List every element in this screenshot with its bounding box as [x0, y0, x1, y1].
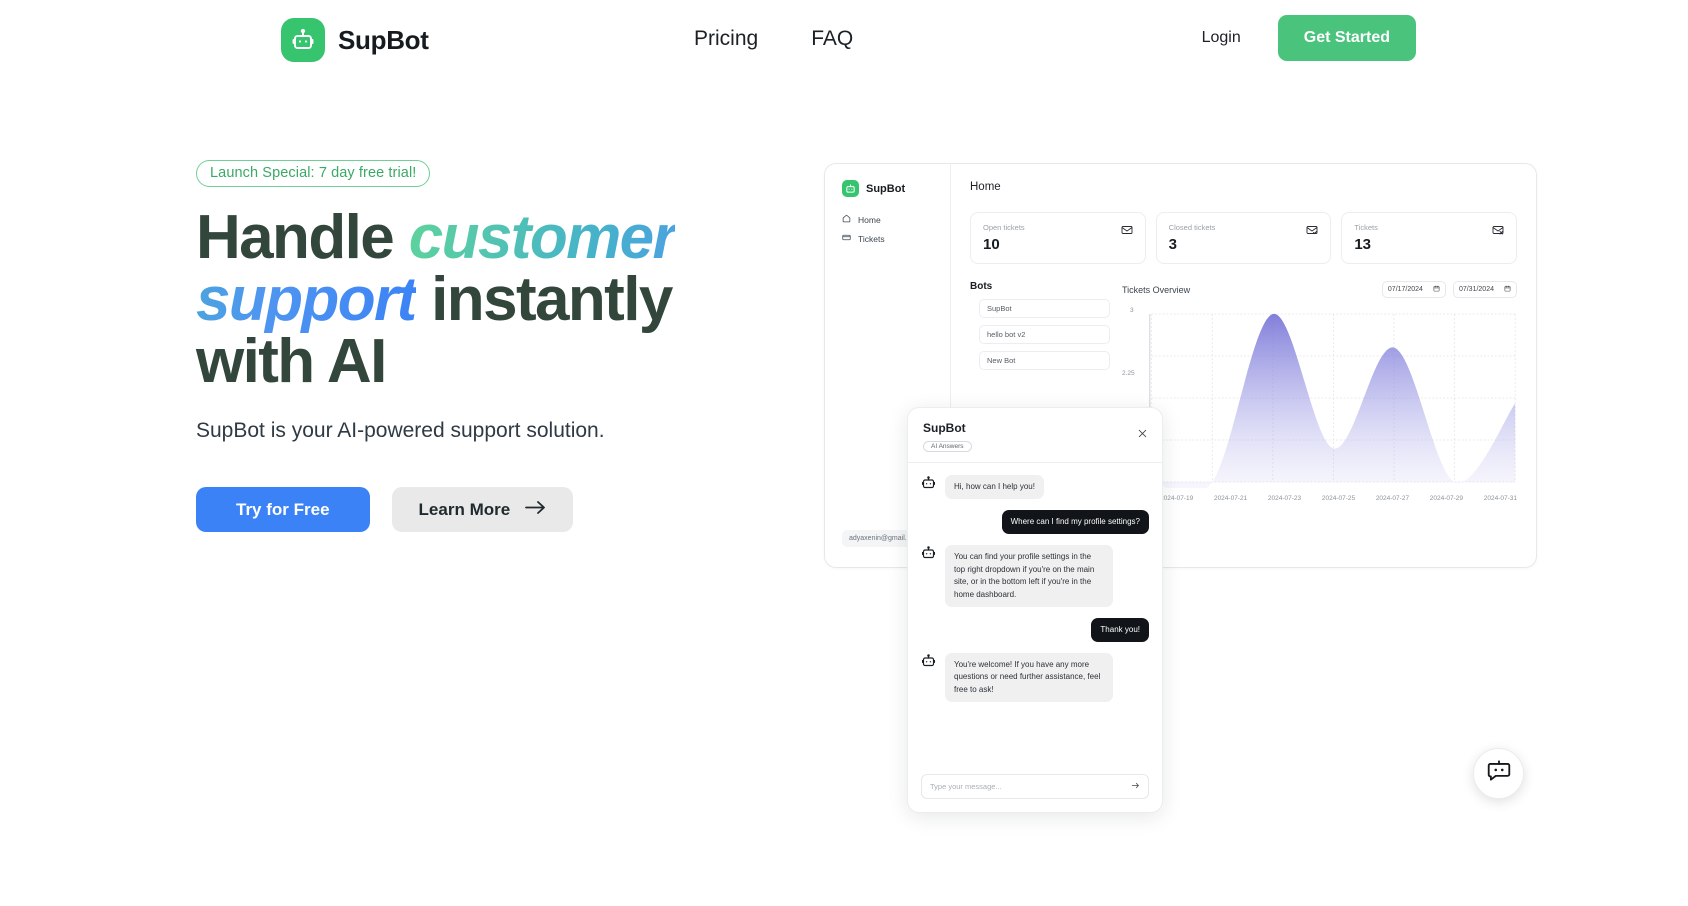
chat-message-bot: Hi, how can I help you!	[921, 475, 1149, 500]
calendar-icon	[1433, 285, 1440, 294]
chat-launcher-button[interactable]	[1473, 748, 1524, 799]
x-tick: 2024-07-21	[1213, 495, 1248, 502]
date-to-input[interactable]: 07/31/2024	[1452, 281, 1517, 298]
robot-icon	[842, 180, 859, 197]
x-tick: 2024-07-29	[1429, 495, 1464, 502]
brand-logo[interactable]: SupBot	[281, 18, 429, 62]
chat-bubble: Thank you!	[1091, 617, 1149, 642]
robot-icon	[281, 18, 325, 62]
chart-header: Tickets Overview 07/17/2024 07/31/2024	[1122, 281, 1517, 298]
chat-widget: SupBot AI Answers Hi, how can I help you…	[907, 407, 1163, 813]
nav-links: Pricing FAQ	[694, 27, 853, 51]
stat-cards: Open tickets 10 Closed tickets 3 Tickets…	[970, 212, 1518, 264]
dashboard-brand-name: SupBot	[866, 182, 906, 195]
x-tick: 2024-07-27	[1375, 495, 1410, 502]
chat-bubble: You can find your profile settings in th…	[945, 545, 1113, 607]
nav-link-pricing[interactable]: Pricing	[694, 27, 758, 51]
chat-bubble: Hi, how can I help you!	[945, 475, 1044, 500]
mail-open-icon	[1121, 223, 1133, 241]
page-title: Handle customer support instantly with A…	[196, 207, 716, 393]
calendar-icon	[1504, 285, 1511, 294]
stat-card-open-tickets: Open tickets 10	[970, 212, 1146, 264]
date-from-value: 07/17/2024	[1387, 286, 1423, 293]
dashboard-nav: Home Tickets	[842, 214, 950, 244]
chat-message-user: Thank you!	[921, 617, 1149, 642]
sidebar-item-home[interactable]: Home	[842, 214, 950, 225]
chat-footer: Type your message...	[908, 761, 1162, 812]
mail-x-icon	[1492, 223, 1504, 241]
get-started-button[interactable]: Get Started	[1277, 15, 1416, 61]
robot-icon	[921, 545, 936, 565]
arrow-right-icon	[525, 500, 546, 520]
nav-link-faq[interactable]: FAQ	[811, 27, 853, 51]
x-tick: 2024-07-19	[1160, 495, 1194, 502]
stat-card-closed-tickets: Closed tickets 3	[1155, 212, 1332, 264]
brand-name: SupBot	[338, 24, 429, 55]
close-icon[interactable]	[1137, 428, 1148, 441]
chart-x-axis-labels: 2024-07-19 2024-07-21 2024-07-23 2024-07…	[1160, 495, 1517, 502]
login-button[interactable]: Login	[1175, 17, 1267, 59]
chart-title: Tickets Overview	[1122, 284, 1191, 295]
stat-value: 13	[1354, 236, 1372, 253]
cta-row: Try for Free Learn More	[196, 487, 756, 532]
nav-actions: Login Get Started	[1175, 15, 1416, 61]
stat-label: Tickets	[1354, 223, 1378, 232]
top-navigation-bar: SupBot Pricing FAQ Login Get Started	[0, 0, 1688, 80]
x-tick: 2024-07-23	[1267, 495, 1302, 502]
dashboard-brand: SupBot	[842, 180, 950, 197]
stat-card-tickets: Tickets 13	[1341, 212, 1518, 264]
x-tick: 2024-07-31	[1483, 495, 1517, 502]
status-badge: AI Answers	[923, 441, 972, 452]
chart-area-plot	[1149, 313, 1516, 488]
robot-icon	[921, 653, 936, 673]
chat-bot-icon	[1486, 758, 1512, 789]
date-from-input[interactable]: 07/17/2024	[1381, 281, 1446, 298]
dashboard-page-title: Home	[970, 181, 1001, 193]
x-tick: 2024-07-25	[1321, 495, 1356, 502]
promo-badge: Launch Special: 7 day free trial!	[196, 160, 431, 187]
list-item[interactable]: New Bot	[979, 351, 1110, 370]
chat-header: SupBot AI Answers	[908, 408, 1162, 463]
sidebar-item-home-label: Home	[858, 214, 881, 225]
chat-message-user: Where can I find my profile settings?	[921, 510, 1149, 535]
chat-input-row[interactable]: Type your message...	[921, 774, 1149, 799]
home-icon	[842, 214, 851, 225]
send-arrow-icon[interactable]	[1131, 781, 1140, 792]
date-to-value: 07/31/2024	[1458, 286, 1494, 293]
robot-icon	[921, 475, 936, 495]
ticket-icon	[842, 233, 851, 244]
hero-subtitle: SupBot is your AI-powered support soluti…	[196, 419, 605, 442]
tickets-overview-chart: Tickets Overview 07/17/2024 07/31/2024 3…	[1122, 281, 1517, 502]
stat-value: 10	[983, 236, 1000, 253]
stat-label: Closed tickets	[1168, 223, 1216, 232]
chart-plot-area: 3 2.25 2024-07-19 2024-07-21 2024-07-23 …	[1122, 307, 1517, 502]
list-item[interactable]: hello bot v2	[979, 325, 1110, 344]
hero-section: Launch Special: 7 day free trial! Handle…	[196, 160, 756, 532]
bots-title: Bots	[970, 281, 993, 292]
chat-messages: Hi, how can I help you! Where can I find…	[908, 463, 1162, 745]
learn-more-label: Learn More	[418, 499, 511, 519]
chat-bubble: You're welcome! If you have any more que…	[945, 652, 1113, 703]
y-tick-top: 3	[1130, 307, 1134, 314]
message-input-placeholder: Type your message...	[930, 782, 1002, 791]
list-item[interactable]: SupBot	[979, 299, 1110, 318]
sidebar-item-tickets[interactable]: Tickets	[842, 233, 950, 244]
mail-check-icon	[1306, 223, 1318, 241]
chat-message-bot: You're welcome! If you have any more que…	[921, 652, 1149, 703]
sidebar-item-tickets-label: Tickets	[858, 233, 885, 244]
date-range-pickers: 07/17/2024 07/31/2024	[1381, 281, 1517, 298]
try-for-free-button[interactable]: Try for Free	[196, 487, 370, 532]
stat-value: 3	[1168, 236, 1178, 253]
y-tick-mid: 2.25	[1122, 370, 1135, 377]
headline-part-1: Handle	[196, 203, 409, 272]
chat-title: SupBot	[923, 421, 966, 435]
chat-message-bot: You can find your profile settings in th…	[921, 545, 1149, 607]
chat-bubble: Where can I find my profile settings?	[1001, 510, 1149, 535]
stat-label: Open tickets	[983, 223, 1025, 232]
learn-more-button[interactable]: Learn More	[391, 487, 574, 532]
